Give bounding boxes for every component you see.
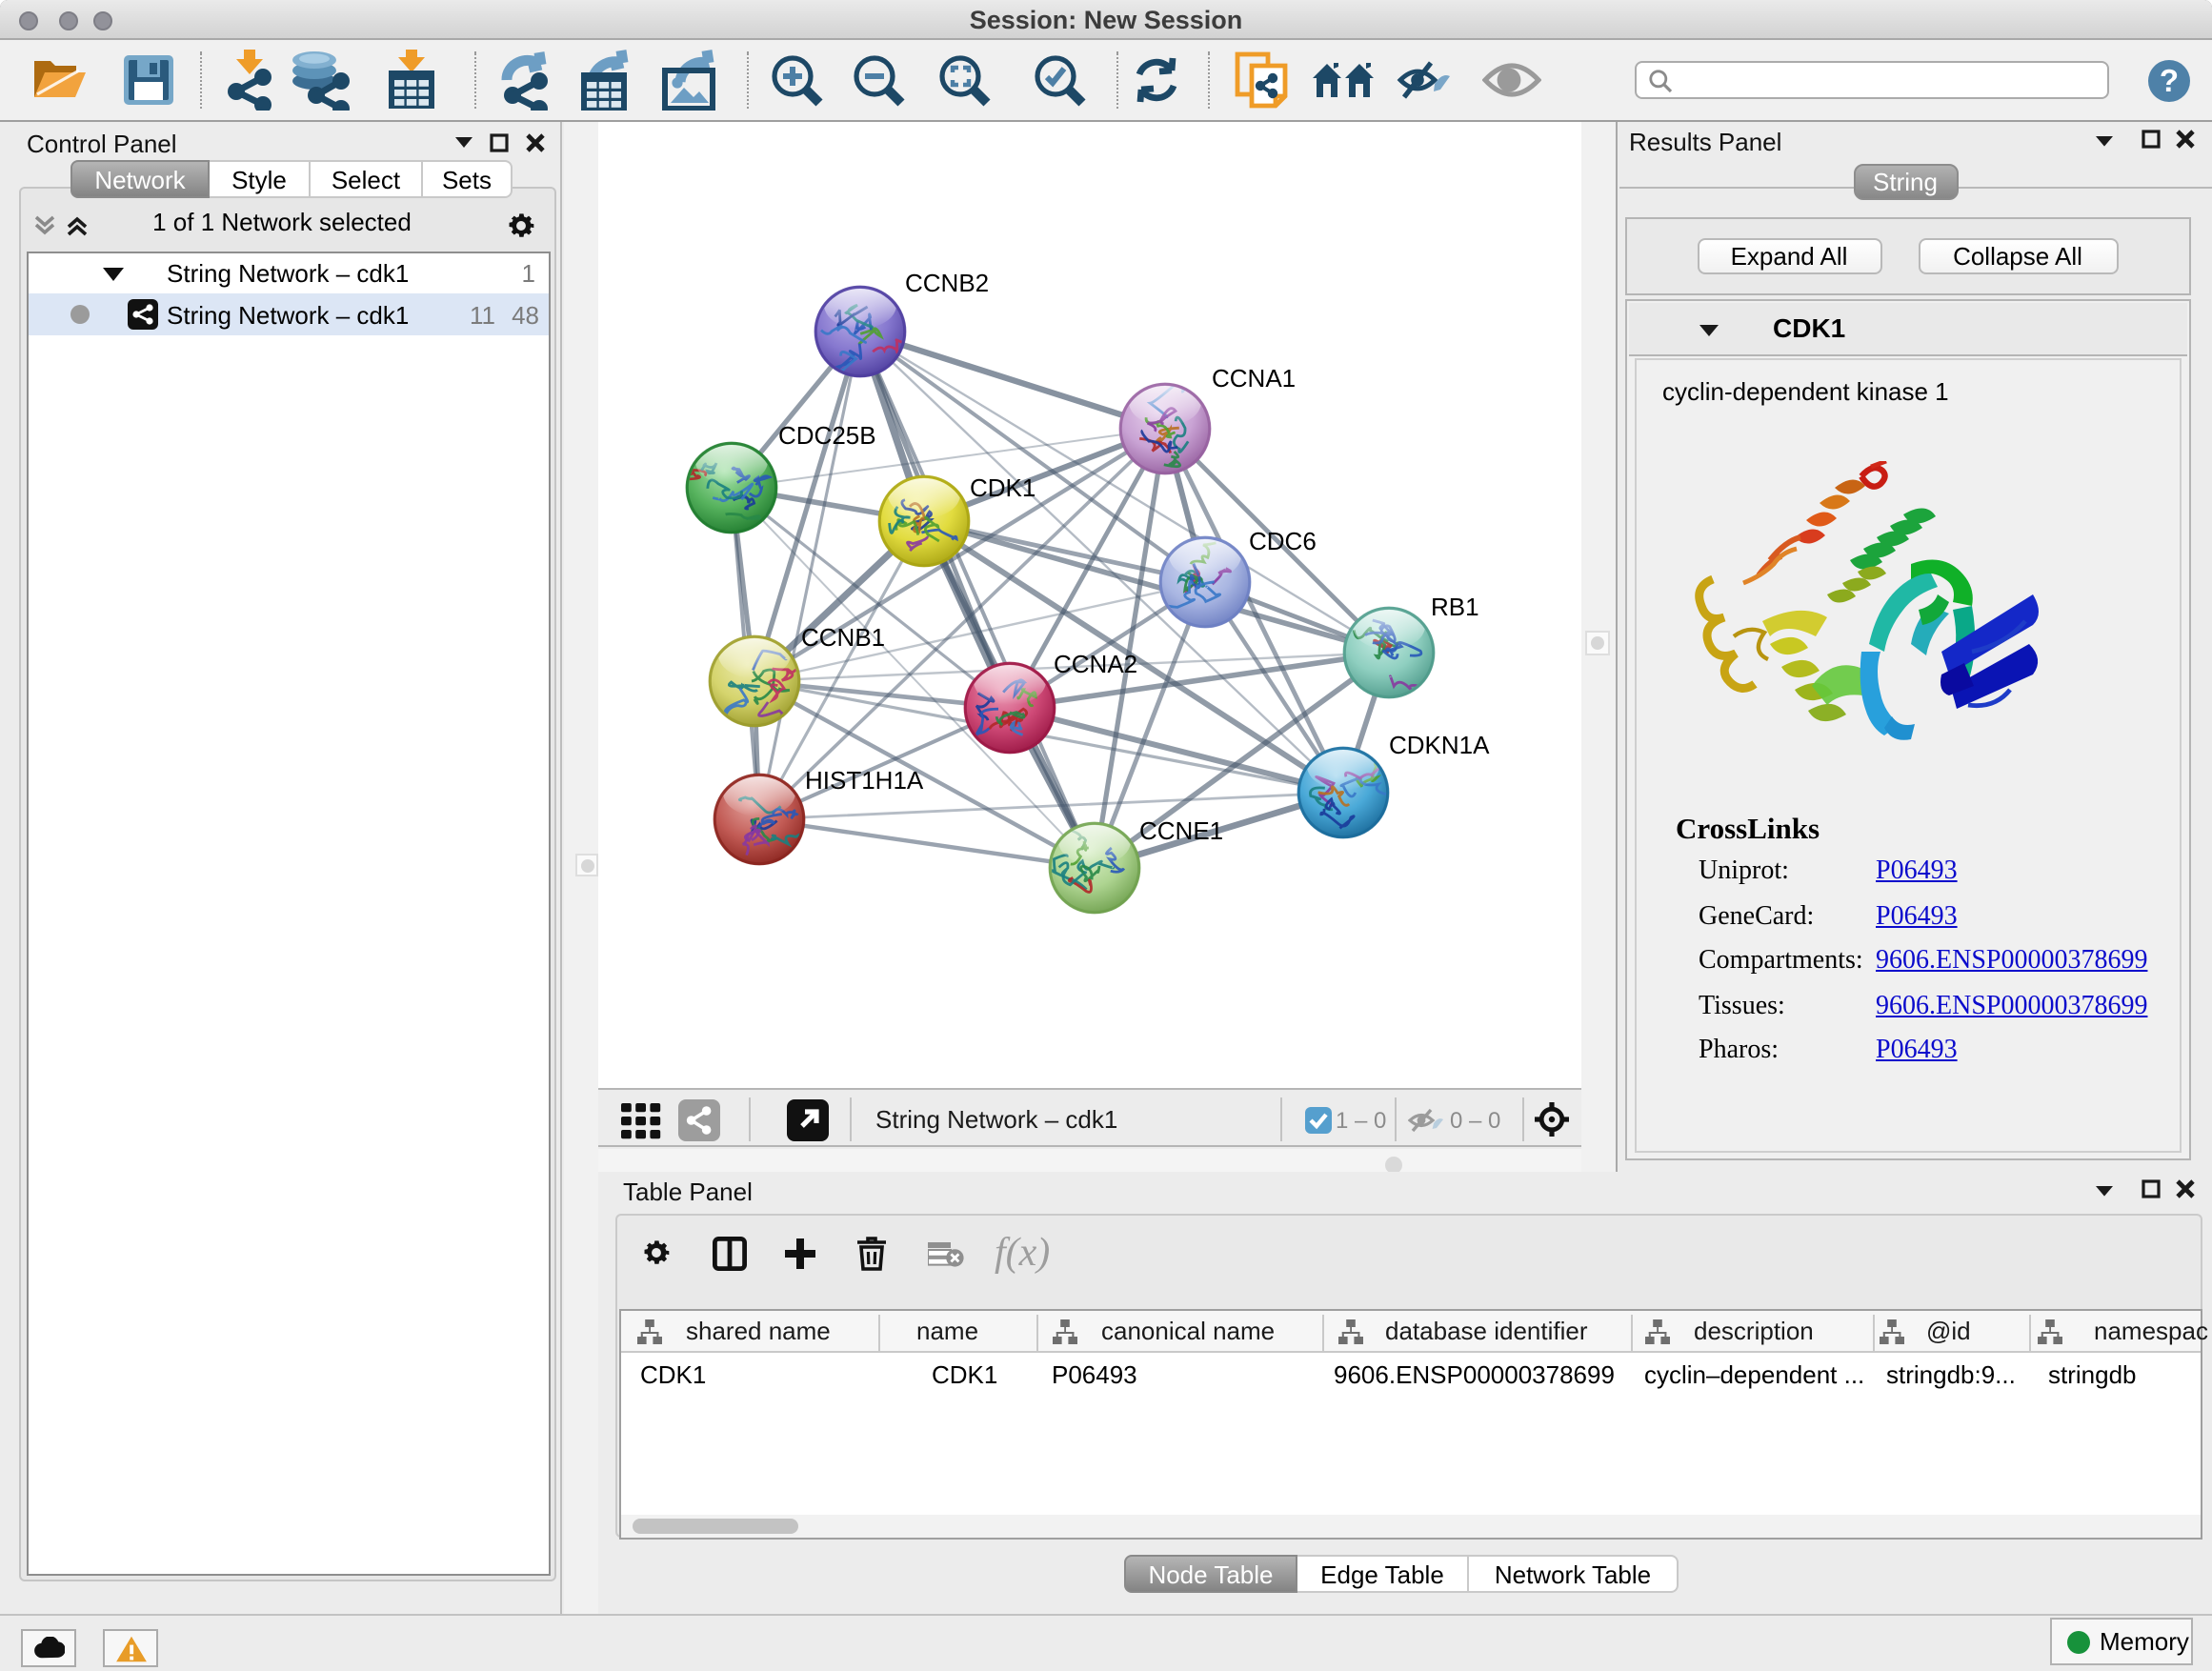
svg-text:CCNB1: CCNB1 [801, 623, 885, 652]
svg-text:CCNA2: CCNA2 [1054, 650, 1137, 678]
svg-text:?: ? [2160, 63, 2179, 98]
svg-text:CCNA1: CCNA1 [1212, 364, 1296, 393]
svg-text:HIST1H1A: HIST1H1A [805, 766, 924, 795]
svg-text:CDK1: CDK1 [970, 473, 1036, 502]
svg-text:CDC25B: CDC25B [778, 421, 876, 450]
svg-text:CCNE1: CCNE1 [1139, 816, 1223, 845]
svg-text:CDC6: CDC6 [1249, 527, 1317, 555]
svg-text:CCNB2: CCNB2 [905, 269, 989, 297]
svg-text:RB1: RB1 [1431, 593, 1479, 621]
svg-text:CDKN1A: CDKN1A [1389, 731, 1490, 759]
